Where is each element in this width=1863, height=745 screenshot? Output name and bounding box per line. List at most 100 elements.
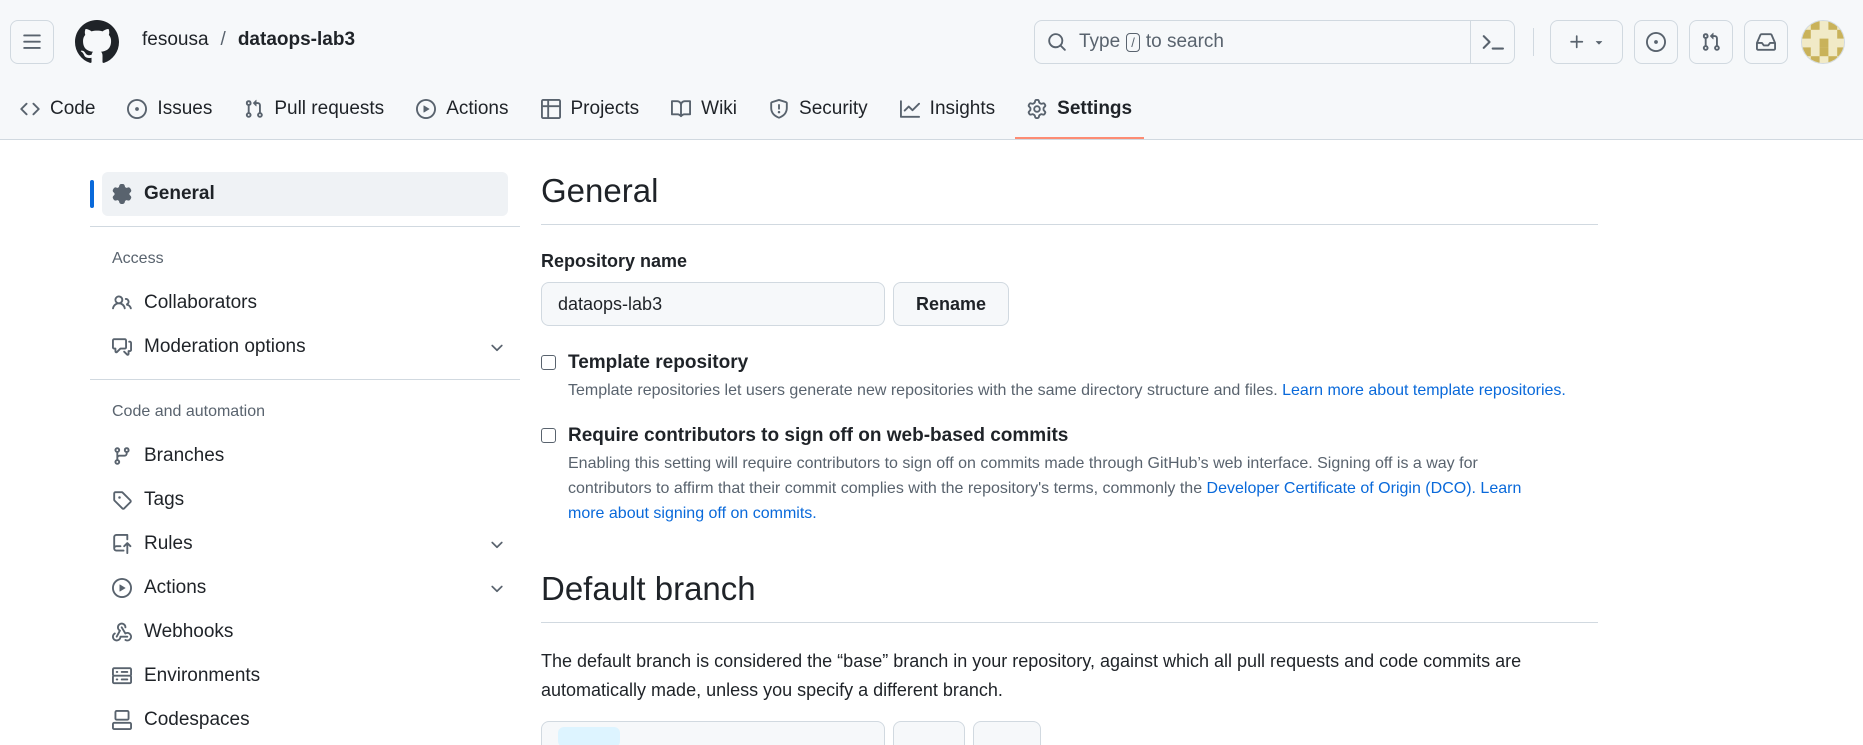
signoff-learn-more-link[interactable]: Learn <box>1480 480 1521 497</box>
sidebar-item-branches[interactable]: Branches <box>90 434 520 478</box>
chevron-down-icon[interactable] <box>488 536 506 554</box>
switch-branch-button[interactable] <box>973 721 1041 745</box>
search-placeholder-suffix: to search <box>1145 31 1224 52</box>
repo-link[interactable]: dataops-lab3 <box>238 29 355 51</box>
issue-opened-icon <box>127 99 148 119</box>
sidebar-item-actions[interactable]: Actions <box>90 566 520 610</box>
search-shortcut-key: / <box>1126 32 1140 52</box>
tab-issues[interactable]: Issues <box>115 88 224 130</box>
app-header: fesousa / dataops-lab3 Type / to search <box>0 0 1863 140</box>
sidebar-item-label: Actions <box>144 577 207 598</box>
sidebar-item-label: Moderation options <box>144 336 306 357</box>
sidebar-item-tags[interactable]: Tags <box>90 478 520 522</box>
sidebar-item-label: Webhooks <box>144 621 234 642</box>
signoff-learn-more-link-cont[interactable]: more about signing off on commits. <box>568 505 817 522</box>
dco-link[interactable]: Developer Certificate of Origin (DCO). <box>1207 480 1476 497</box>
issue-opened-icon <box>1646 32 1666 52</box>
issues-button[interactable] <box>1634 20 1678 64</box>
play-icon <box>112 578 132 598</box>
sidebar-item-environments[interactable]: Environments <box>90 654 520 698</box>
tab-label: Actions <box>446 98 509 119</box>
triangle-down-icon <box>1595 41 1602 45</box>
sidebar-item-rules[interactable]: Rules <box>90 522 520 566</box>
tab-label: Settings <box>1057 98 1133 119</box>
plus-icon <box>1569 35 1583 49</box>
tab-actions[interactable]: Actions <box>404 88 520 130</box>
template-repository-description: Template repositories let users generate… <box>568 378 1566 403</box>
sidebar-item-label: Tags <box>144 489 185 510</box>
header-divider <box>1533 28 1534 56</box>
branch-name-badge <box>558 727 620 745</box>
owner-link[interactable]: fesousa <box>142 29 209 51</box>
template-repository-title: Template repository <box>568 352 749 373</box>
webhook-icon <box>112 622 132 642</box>
tab-code[interactable]: Code <box>8 88 107 130</box>
tab-settings[interactable]: Settings <box>1015 88 1145 139</box>
repository-name-label: Repository name <box>541 251 688 271</box>
git-pull-request-icon <box>1702 32 1720 51</box>
command-palette-button[interactable] <box>1470 21 1514 63</box>
github-logo-icon[interactable] <box>75 20 119 64</box>
tab-pull-requests[interactable]: Pull requests <box>232 88 396 130</box>
signoff-description: Enabling this setting will require contr… <box>568 451 1521 526</box>
template-learn-more-link[interactable]: Learn more about template repositories. <box>1282 382 1566 399</box>
sidebar-item-webhooks[interactable]: Webhooks <box>90 610 520 654</box>
page-title: General <box>541 172 1598 225</box>
tab-label: Projects <box>570 98 640 119</box>
repo-push-icon <box>113 534 132 554</box>
sidebar-item-label: General <box>144 183 215 204</box>
people-icon <box>112 295 132 310</box>
sidebar-item-moderation-options[interactable]: Moderation options <box>90 325 520 369</box>
sidebar-item-codespaces[interactable]: Codespaces <box>90 698 520 742</box>
inbox-button[interactable] <box>1744 20 1788 64</box>
tag-icon <box>113 491 132 510</box>
repository-name-input[interactable]: dataops-lab3 <box>541 282 885 326</box>
tab-insights[interactable]: Insights <box>888 88 1007 130</box>
sidebar-item-collaborators[interactable]: Collaborators <box>90 281 520 325</box>
tab-security[interactable]: Security <box>757 88 880 130</box>
settings-main: General Repository name dataops-lab3 Ren… <box>541 172 1598 745</box>
settings-sidebar: General Access Collaborators Moderation … <box>90 172 520 742</box>
play-icon <box>416 99 437 119</box>
default-branch-title: Default branch <box>541 570 1598 623</box>
sidebar-heading-access: Access <box>112 250 164 267</box>
signoff-description-line1: Enabling this setting will require contr… <box>568 455 1478 472</box>
search-input[interactable]: Type / to search <box>1034 20 1515 64</box>
user-avatar[interactable] <box>1801 20 1845 64</box>
repository-name-row: dataops-lab3 Rename <box>541 282 1598 326</box>
active-indicator <box>90 180 94 208</box>
rename-button[interactable]: Rename <box>893 282 1010 326</box>
search-placeholder: Type / to search <box>1079 31 1224 53</box>
signoff-description-line2: contributors to affirm that their commit… <box>568 480 1203 497</box>
git-pull-request-icon <box>246 99 264 118</box>
signoff-checkbox[interactable] <box>541 428 556 443</box>
tab-projects[interactable]: Projects <box>529 88 652 130</box>
edit-branch-button[interactable] <box>893 721 965 745</box>
sidebar-divider <box>90 379 520 380</box>
tab-wiki[interactable]: Wiki <box>659 88 749 130</box>
tab-label: Issues <box>157 98 213 119</box>
menu-button[interactable] <box>10 20 54 64</box>
terminal-icon <box>1482 35 1504 50</box>
tab-label: Pull requests <box>274 98 385 119</box>
breadcrumb-separator: / <box>220 29 226 50</box>
gear-icon <box>112 184 132 204</box>
sidebar-divider <box>90 226 520 227</box>
sidebar-item-general[interactable]: General <box>102 172 508 216</box>
shield-icon <box>770 99 788 119</box>
repo-nav-tabs: Code Issues Pull requests Actions Projec… <box>0 88 1145 140</box>
codespaces-icon <box>112 710 132 730</box>
sidebar-item-label: Rules <box>144 533 193 554</box>
search-icon <box>1048 33 1066 51</box>
tab-label: Security <box>799 98 868 119</box>
pull-requests-button[interactable] <box>1689 20 1733 64</box>
comment-discussion-icon <box>112 338 132 356</box>
chevron-down-icon[interactable] <box>488 339 506 357</box>
create-new-button[interactable] <box>1550 20 1623 64</box>
template-repository-checkbox[interactable] <box>541 355 556 370</box>
tab-label: Wiki <box>701 98 738 119</box>
sidebar-item-label: Environments <box>144 665 261 686</box>
search-placeholder-prefix: Type <box>1079 31 1121 52</box>
inbox-icon <box>1756 33 1776 51</box>
chevron-down-icon[interactable] <box>488 580 506 598</box>
